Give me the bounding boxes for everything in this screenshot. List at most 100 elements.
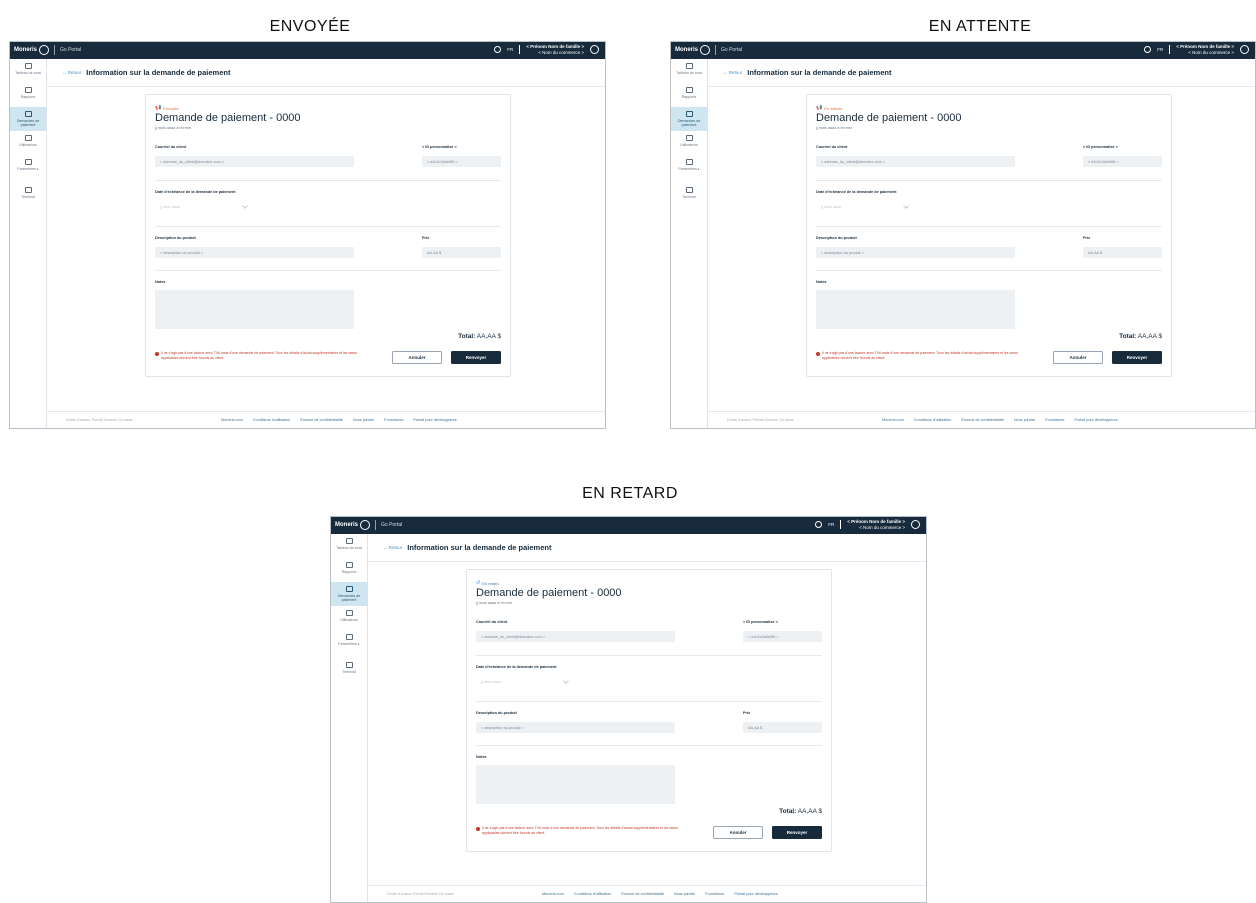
globe-icon[interactable] [1144,46,1152,53]
invoice-warning: Il ne s'agit pas d'une facture avec TVA … [155,351,360,361]
footer-link-supplies[interactable]: Fournitures [705,892,724,896]
sidebar-item-label: Paramètres ▸ [338,642,360,646]
footer-link-moneris[interactable]: Moneris.com [221,418,243,422]
app-logo[interactable]: Moneris Go Portal [14,45,81,55]
panel-caption-late: EN RETARD [582,485,678,502]
sidebar-item-payment-requests[interactable]: Demandes de paiement [331,582,367,606]
user-menu[interactable]: < Prénom Nom de famille > < Nom du comme… [526,44,584,55]
description-field[interactable]: < description du produit > [476,722,675,733]
footer-link-supplies[interactable]: Fournitures [384,418,403,422]
due-date-select[interactable]: jj mois aaaa [816,201,916,212]
price-field[interactable]: AA,AA $ [422,247,501,258]
due-date-select[interactable]: jj mois aaaa [476,676,576,687]
megaphone-icon: 📢 [816,105,823,111]
sidebar-item-label: Demandes de paiement [337,594,361,602]
resend-button[interactable]: Renvoyer [451,351,501,364]
footer-link-contact[interactable]: Nous joindre [674,892,695,896]
avatar-icon[interactable] [911,520,920,529]
total-value: AA,AA $ [797,808,822,815]
back-link[interactable]: ← Retour [383,545,402,550]
language-toggle[interactable]: FR [828,522,834,527]
footer-link-supplies[interactable]: Fournitures [1045,418,1064,422]
logo-text: Moneris [14,47,38,53]
request-title: Demande de paiement - 0000 [816,112,962,124]
globe-icon[interactable] [494,46,502,53]
footer-link-privacy[interactable]: Énoncé de confidentialité [621,892,663,896]
custom-id-field[interactable]: < a1b2c3d4e5f6 > [422,156,501,167]
resend-button[interactable]: Renvoyer [772,826,822,839]
description-field[interactable]: < description du produit > [816,247,1015,258]
footer-link-privacy[interactable]: Énoncé de confidentialité [961,418,1003,422]
sidebar-item-users[interactable]: Utilisateurs [671,131,707,155]
price-field[interactable]: AA,AA $ [743,722,822,733]
logo-divider [715,45,717,55]
custom-id-field[interactable]: < a1b2c3d4e5f6 > [1083,156,1162,167]
sidebar-item-settings[interactable]: Paramètres ▸ [671,155,707,179]
due-date-select[interactable]: jj mois aaaa [155,201,255,212]
sidebar-item-users[interactable]: Utilisateurs [331,606,367,630]
sidebar-item-settings[interactable]: Paramètres ▸ [331,630,367,654]
footer-link-privacy[interactable]: Énoncé de confidentialité [300,418,342,422]
warning-text: Il ne s'agit pas d'une facture avec TVA … [482,826,678,835]
sidebar-item-settings[interactable]: Paramètres ▸ [10,155,46,179]
language-toggle[interactable]: FR [507,47,513,52]
description-field[interactable]: < description du produit > [155,247,354,258]
notes-textarea[interactable] [476,765,675,804]
footer-link-developers[interactable]: Portail pour développeurs [413,418,456,422]
footer-link-contact[interactable]: Nous joindre [353,418,374,422]
sidebar-item-users[interactable]: Utilisateurs [10,131,46,155]
avatar-icon[interactable] [1240,45,1249,54]
price-field[interactable]: AA,AA $ [1083,247,1162,258]
sidebar-item-payment-requests[interactable]: Demandes de paiement [671,107,707,131]
globe-icon[interactable] [815,521,823,528]
email-field[interactable]: < adresse_du_client@domaine.com > [476,631,675,642]
cancel-button[interactable]: Annuler [392,351,442,364]
notes-label: Notes [155,280,166,284]
users-icon [685,135,693,141]
notes-textarea[interactable] [155,290,354,329]
email-field[interactable]: < adresse_du_client@domaine.com > [816,156,1015,167]
sidebar-item-terminal[interactable]: Terminal [10,183,46,207]
sidebar-item-terminal[interactable]: Terminal [331,658,367,682]
error-dot-icon [816,351,820,356]
user-menu[interactable]: < Prénom Nom de famille > < Nom du comme… [847,519,905,530]
notes-textarea[interactable] [816,290,1015,329]
due-date-value: jj mois aaaa [481,679,502,684]
merchant-name: < Nom du commerce > [538,49,584,55]
sidebar-item-payment-requests[interactable]: Demandes de paiement [10,107,46,131]
sidebar-item-reports[interactable]: Rapports [331,558,367,582]
sidebar-item-reports[interactable]: Rapports [10,83,46,107]
footer-link-moneris[interactable]: Moneris.com [542,892,564,896]
footer: Droits d'auteur Portail Moneris Go aaaa … [368,885,926,902]
avatar-icon[interactable] [590,45,599,54]
report-icon [685,87,693,93]
footer-link-terms[interactable]: Conditions d'utilisation [574,892,612,896]
language-toggle[interactable]: FR [1157,47,1163,52]
footer-link-terms[interactable]: Conditions d'utilisation [253,418,291,422]
footer-link-terms[interactable]: Conditions d'utilisation [914,418,952,422]
user-menu[interactable]: < Prénom Nom de famille > < Nom du comme… [1176,44,1234,55]
description-label: Description du produit [476,711,517,715]
custom-id-field[interactable]: < a1b2c3d4e5f6 > [743,631,822,642]
sidebar-item-label: Utilisateurs [340,618,358,622]
cancel-button[interactable]: Annuler [1053,351,1103,364]
page-header: ← Retour Information sur la demande de p… [368,534,926,562]
app-logo[interactable]: Moneris Go Portal [675,45,742,55]
footer-link-developers[interactable]: Portail pour développeurs [734,892,777,896]
cancel-button[interactable]: Annuler [713,826,763,839]
sidebar-item-reports[interactable]: Rapports [671,83,707,107]
sidebar-item-dashboard[interactable]: Tableau de bord [671,59,707,83]
email-field[interactable]: < adresse_du_client@domaine.com > [155,156,354,167]
sidebar-item-label: Terminal [682,195,696,199]
back-link[interactable]: ← Retour [723,70,742,75]
logo-divider [375,520,377,530]
sidebar-item-terminal[interactable]: Terminal [671,183,707,207]
app-logo[interactable]: Moneris Go Portal [335,520,402,530]
resend-button[interactable]: Renvoyer [1112,351,1162,364]
footer-link-contact[interactable]: Nous joindre [1014,418,1035,422]
sidebar-item-dashboard[interactable]: Tableau de bord [10,59,46,83]
footer-link-moneris[interactable]: Moneris.com [882,418,904,422]
back-link[interactable]: ← Retour [62,70,81,75]
footer-link-developers[interactable]: Portail pour développeurs [1074,418,1117,422]
sidebar-item-dashboard[interactable]: Tableau de bord [331,534,367,558]
